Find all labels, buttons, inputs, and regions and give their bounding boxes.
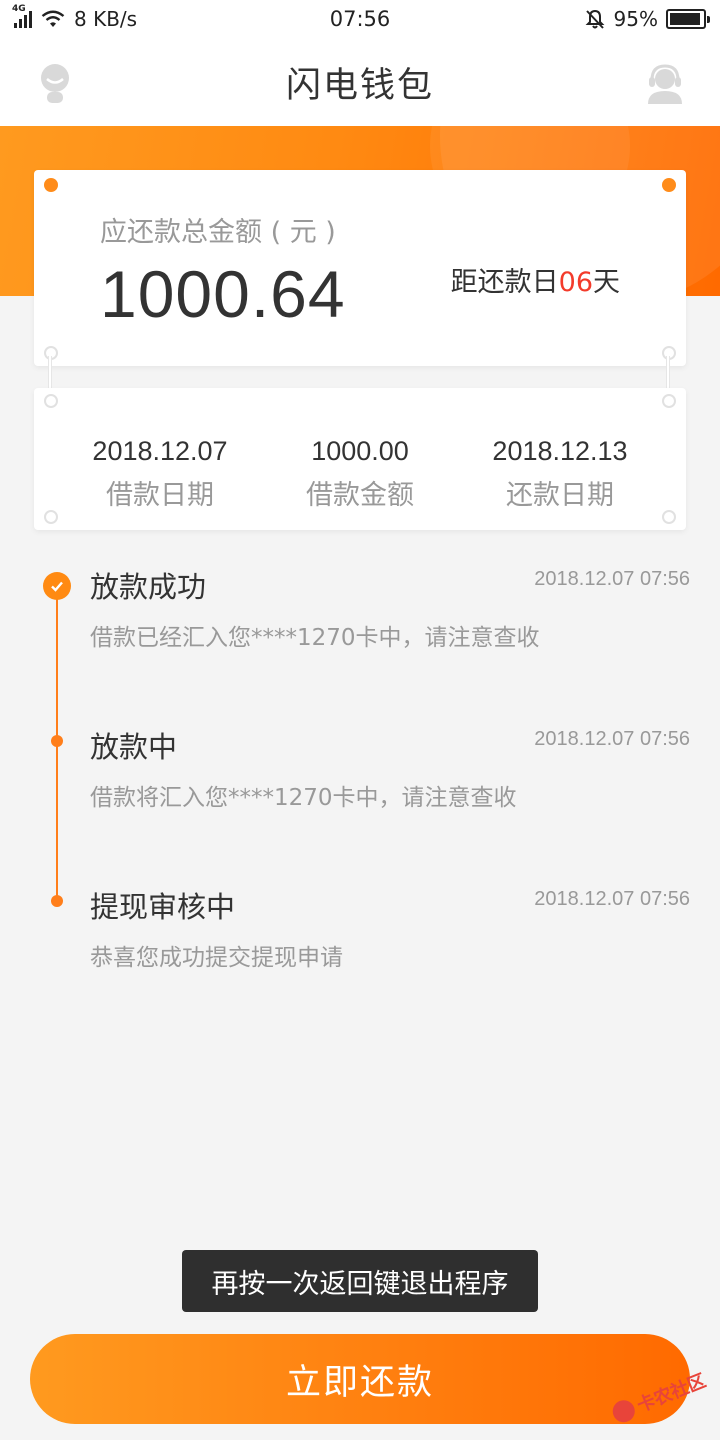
card-corner-dot — [44, 510, 58, 524]
timeline-item-desc: 恭喜您成功提交提现申请 — [90, 945, 343, 971]
timeline-item-time: 2018.12.07 07:56 — [534, 888, 690, 910]
signal-icon: 4G — [12, 4, 32, 28]
status-right: 95% — [584, 7, 710, 31]
total-due-label: 应还款总金额 ( 元 ) — [100, 217, 336, 248]
repayment-summary-card: 应还款总金额 ( 元 ) 1000.64 距还款日06天 — [34, 170, 686, 366]
timeline-item-time: 2018.12.07 07:56 — [534, 568, 690, 590]
timeline-item-title: 放款中 — [90, 730, 178, 764]
repay-date-column: 2018.12.13 还款日期 — [450, 436, 670, 512]
network-speed: 8 KB/s — [74, 7, 138, 31]
loan-date-value: 2018.12.07 — [92, 436, 228, 466]
repay-date-value: 2018.12.13 — [492, 436, 628, 466]
timeline-item-desc: 借款将汇入您****1270卡中，请注意查收 — [90, 785, 517, 811]
total-due-amount: 1000.64 — [100, 257, 346, 331]
countdown-prefix: 距还款日 — [450, 267, 559, 298]
timeline-dot — [51, 735, 63, 747]
card-corner-dot — [662, 394, 676, 408]
status-bar: 4G 8 KB/s 07:56 95% — [0, 0, 720, 38]
customer-service-icon[interactable] — [644, 62, 686, 104]
timeline-dot — [51, 895, 63, 907]
user-avatar-icon[interactable] — [34, 62, 76, 104]
card-corner-dot — [44, 394, 58, 408]
timeline-item-title: 提现审核中 — [90, 890, 236, 924]
loan-amount-value: 1000.00 — [311, 436, 409, 466]
repayment-countdown: 距还款日06天 — [451, 260, 620, 299]
timeline-item-title: 放款成功 — [90, 570, 207, 604]
exit-toast: 再按一次返回键退出程序 — [182, 1250, 538, 1312]
battery-percent: 95% — [613, 7, 658, 31]
repay-date-label: 还款日期 — [506, 480, 614, 511]
card-corner-dot — [662, 178, 676, 192]
timeline-item-desc: 借款已经汇入您****1270卡中，请注意查收 — [90, 625, 540, 651]
check-icon — [43, 572, 71, 600]
nav-bar: 闪电钱包 — [0, 38, 720, 126]
card-corner-dot — [662, 510, 676, 524]
countdown-days: 06 — [558, 267, 593, 298]
mute-icon — [585, 9, 604, 29]
page-title: 闪电钱包 — [285, 65, 434, 106]
card-corner-dot — [44, 178, 58, 192]
status-left: 4G 8 KB/s — [12, 4, 584, 31]
timeline-item-time: 2018.12.07 07:56 — [534, 728, 690, 750]
battery-fill — [670, 13, 701, 25]
loan-info-card: 2018.12.07 借款日期 1000.00 借款金额 2018.12.13 … — [34, 388, 686, 530]
network-type: 4G — [12, 4, 26, 14]
loan-date-label: 借款日期 — [106, 480, 214, 511]
loan-amount-column: 1000.00 借款金额 — [250, 436, 470, 512]
loan-progress-timeline: 放款成功 2018.12.07 07:56 借款已经汇入您****1270卡中，… — [0, 550, 720, 990]
battery-icon — [666, 9, 710, 29]
loan-amount-label: 借款金额 — [306, 480, 414, 511]
countdown-suffix: 天 — [593, 267, 620, 298]
loan-date-column: 2018.12.07 借款日期 — [50, 436, 270, 512]
wifi-icon — [41, 10, 65, 27]
repay-now-button[interactable]: 立即还款 — [30, 1334, 690, 1424]
